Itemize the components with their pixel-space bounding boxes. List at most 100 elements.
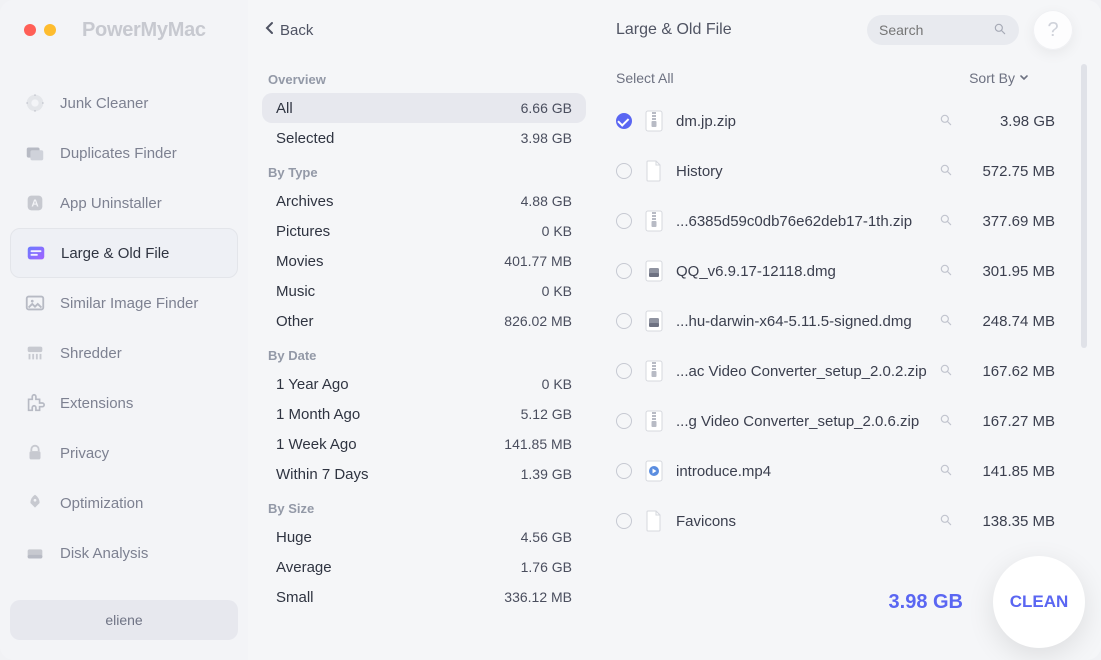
sidebar-item-shredder[interactable]: Shredder [10,328,238,378]
back-label: Back [280,22,313,39]
file-size: 377.69 MB [967,213,1059,230]
folders-icon [24,142,46,164]
reveal-in-finder-icon[interactable] [939,113,955,129]
reveal-in-finder-icon[interactable] [939,513,955,529]
file-stack-icon [25,242,47,264]
sidebar-item-optimization[interactable]: Optimization [10,478,238,528]
sort-by-button[interactable]: Sort By [969,70,1029,86]
back-button[interactable]: Back [264,21,313,39]
minimize-window-button[interactable] [44,24,56,36]
file-row[interactable]: QQ_v6.9.17-12118.dmg301.95 MB [600,246,1059,296]
file-row[interactable]: ...ac Video Converter_setup_2.0.2.zip167… [600,346,1059,396]
file-row[interactable]: History572.75 MB [600,146,1059,196]
help-icon: ? [1047,19,1058,42]
sidebar-item-privacy[interactable]: Privacy [10,428,238,478]
file-type-icon [644,309,664,333]
reveal-in-finder-icon[interactable] [939,413,955,429]
file-checkbox[interactable] [616,413,632,429]
category-archives[interactable]: Archives4.88 GB [262,186,586,216]
sidebar-item-app-uninstaller[interactable]: A App Uninstaller [10,178,238,228]
file-checkbox[interactable] [616,213,632,229]
file-type-icon [644,359,664,383]
sidebar-item-similar-image[interactable]: Similar Image Finder [10,278,238,328]
category-pictures[interactable]: Pictures0 KB [262,216,586,246]
category-1week[interactable]: 1 Week Ago141.85 MB [262,429,586,459]
svg-text:A: A [31,199,39,210]
chevron-left-icon [264,21,274,39]
file-checkbox[interactable] [616,113,632,129]
category-value: 1.39 GB [521,466,572,482]
category-selected[interactable]: Selected 3.98 GB [262,123,586,153]
file-row[interactable]: dm.jp.zip3.98 GB [600,96,1059,146]
page-title: Large & Old File [616,21,732,39]
file-checkbox[interactable] [616,313,632,329]
category-all[interactable]: All 6.66 GB [262,93,586,123]
sidebar-item-label: Extensions [60,395,133,412]
scrollbar-thumb[interactable] [1081,64,1087,348]
reveal-in-finder-icon[interactable] [939,263,955,279]
category-label: 1 Week Ago [276,436,357,453]
category-other[interactable]: Other826.02 MB [262,306,586,336]
category-value: 0 KB [542,376,572,392]
file-row[interactable]: Favicons138.35 MB [600,496,1059,546]
search-icon [993,22,1007,39]
file-name: QQ_v6.9.17-12118.dmg [676,263,927,280]
file-row[interactable]: ...g Video Converter_setup_2.0.6.zip 167.… [600,396,1059,446]
search-input[interactable] [879,22,979,38]
sidebar-item-junk-cleaner[interactable]: Junk Cleaner [10,78,238,128]
rocket-icon [24,492,46,514]
reveal-in-finder-icon[interactable] [939,363,955,379]
file-row[interactable]: ...6385d59c0db76e62deb17-1th.zip377.69 M… [600,196,1059,246]
category-value: 4.56 GB [521,529,572,545]
reveal-in-finder-icon[interactable] [939,213,955,229]
close-window-button[interactable] [24,24,36,36]
file-row[interactable]: ...hu-darwin-x64-5.11.5-signed.dmg248.74… [600,296,1059,346]
user-badge[interactable]: eliene [10,600,238,640]
file-checkbox[interactable] [616,363,632,379]
chevron-down-icon [1019,70,1029,86]
category-movies[interactable]: Movies401.77 MB [262,246,586,276]
reveal-in-finder-icon[interactable] [939,313,955,329]
category-panel: Back Overview All 6.66 GB Selected 3.98 … [248,0,600,660]
select-all-button[interactable]: Select All [616,70,674,86]
file-row[interactable]: introduce.mp4141.85 MB [600,446,1059,496]
file-checkbox[interactable] [616,163,632,179]
file-size: 572.75 MB [967,163,1059,180]
category-average[interactable]: Average1.76 GB [262,552,586,582]
reveal-in-finder-icon[interactable] [939,163,955,179]
sidebar-item-extensions[interactable]: Extensions [10,378,238,428]
category-1year[interactable]: 1 Year Ago0 KB [262,369,586,399]
sidebar-item-large-old-file[interactable]: Large & Old File [10,228,238,278]
file-checkbox[interactable] [616,513,632,529]
search-box[interactable] [867,15,1019,45]
window-controls [24,24,56,36]
category-1month[interactable]: 1 Month Ago 5.12 GB [262,399,586,429]
sidebar-item-duplicates[interactable]: Duplicates Finder [10,128,238,178]
file-size: 167.27 MB [967,413,1059,430]
category-huge[interactable]: Huge4.56 GB [262,522,586,552]
category-value: 5.12 GB [521,406,572,422]
file-list: dm.jp.zip3.98 GBHistory572.75 MB...6385d… [600,96,1073,546]
help-button[interactable]: ? [1033,10,1073,50]
category-value: 1.76 GB [521,559,572,575]
file-name: ...ac Video Converter_setup_2.0.2.zip [676,363,927,380]
file-checkbox[interactable] [616,263,632,279]
file-type-icon [644,209,664,233]
category-label: Movies [276,253,324,270]
file-checkbox[interactable] [616,463,632,479]
reveal-in-finder-icon[interactable] [939,463,955,479]
sidebar-item-disk-analysis[interactable]: Disk Analysis [10,528,238,578]
category-7days[interactable]: Within 7 Days1.39 GB [262,459,586,489]
category-label: 1 Month Ago [276,406,360,423]
clean-button-label: CLEAN [1010,592,1069,612]
sidebar-item-label: Duplicates Finder [60,145,177,162]
clean-button[interactable]: CLEAN [993,556,1085,648]
category-small[interactable]: Small336.12 MB [262,582,586,612]
sidebar-item-label: Large & Old File [61,245,169,262]
file-name: ...g Video Converter_setup_2.0.6.zip [676,413,927,430]
scrollbar[interactable] [1081,64,1087,348]
file-type-icon [644,509,664,533]
category-music[interactable]: Music0 KB [262,276,586,306]
sidebar-item-label: App Uninstaller [60,195,162,212]
gear-sweep-icon [24,92,46,114]
